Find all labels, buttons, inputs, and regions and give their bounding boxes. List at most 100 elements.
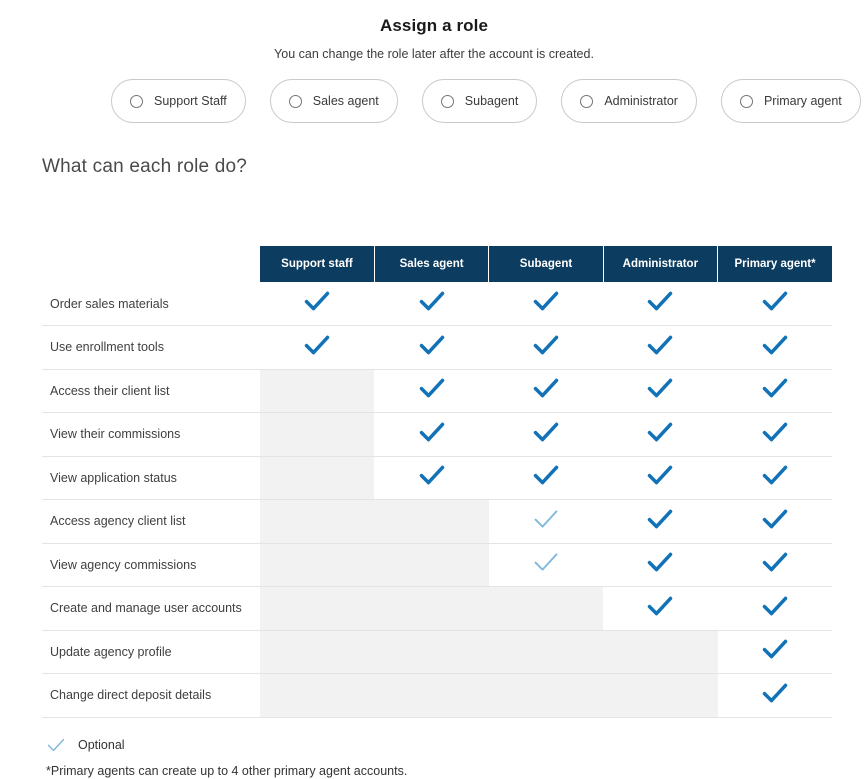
role-chip-label: Support Staff	[154, 94, 227, 108]
legend-label: Optional	[78, 738, 125, 752]
table-body: Order sales materials Use enrollment tool…	[42, 282, 832, 718]
check-optional-icon	[532, 505, 560, 533]
table-header-label-cell	[42, 246, 260, 282]
check-optional-icon	[46, 735, 66, 755]
table-permission-cell	[488, 282, 604, 326]
radio-unchecked-icon[interactable]	[580, 94, 594, 108]
check-icon	[646, 548, 674, 576]
table-column-header: Subagent	[488, 246, 604, 282]
role-permissions-table: Support staff Sales agent Subagent Administ…	[42, 246, 832, 718]
check-icon	[761, 548, 789, 576]
table-permission-cell	[603, 586, 718, 631]
table-permission-cell	[488, 673, 604, 718]
table-permission-cell	[374, 369, 489, 413]
table-permission-cell	[603, 543, 718, 587]
assign-role-page: Assign a role You can change the role la…	[0, 16, 868, 779]
check-icon	[532, 374, 560, 402]
table-permission-cell	[717, 282, 832, 326]
table-permission-cell	[488, 586, 604, 631]
role-chip-sales-agent[interactable]: Sales agent	[269, 79, 398, 123]
table-permission-cell	[488, 325, 604, 370]
table-permission-cell	[603, 325, 718, 370]
role-chip-label: Primary agent	[763, 94, 842, 108]
table-row-label: View agency commissions	[42, 543, 260, 587]
check-icon	[761, 635, 789, 663]
check-icon	[761, 505, 789, 533]
legend: Optional	[46, 735, 125, 755]
table-permission-cell	[717, 412, 832, 457]
table-permission-cell	[260, 369, 375, 413]
section-heading: What can each role do?	[42, 156, 248, 177]
table-permission-cell	[488, 369, 604, 413]
table-permission-cell	[374, 325, 489, 370]
role-chip-primary-agent[interactable]: Primary agent	[720, 79, 861, 123]
table-permission-cell	[603, 282, 718, 326]
table-permission-cell	[603, 412, 718, 457]
check-icon	[761, 418, 789, 446]
check-optional-icon	[532, 548, 560, 576]
table-row: Access agency client list	[42, 499, 832, 544]
table-permission-cell	[488, 499, 604, 544]
check-icon	[418, 418, 446, 446]
table-column-header: Administrator	[603, 246, 719, 282]
check-icon	[761, 461, 789, 489]
check-icon	[532, 418, 560, 446]
table-row-label: View their commissions	[42, 412, 260, 457]
table-permission-cell	[717, 325, 832, 370]
table-permission-cell	[260, 282, 375, 326]
table-permission-cell	[374, 456, 489, 500]
table-permission-cell	[488, 412, 604, 457]
check-icon	[761, 679, 789, 707]
table-column-header: Support staff	[260, 246, 375, 282]
check-icon	[646, 505, 674, 533]
table-permission-cell	[374, 673, 489, 718]
role-chip-support-staff[interactable]: Support Staff	[111, 79, 246, 123]
table-header: Support staff Sales agent Subagent Administ…	[42, 246, 832, 282]
radio-unchecked-icon[interactable]	[739, 94, 753, 108]
check-icon	[646, 592, 674, 620]
table-permission-cell	[717, 499, 832, 544]
table-permission-cell	[488, 630, 604, 674]
check-icon	[646, 374, 674, 402]
table-row-label: Use enrollment tools	[42, 325, 260, 370]
table-row-label: Create and manage user accounts	[42, 586, 260, 631]
check-icon	[646, 331, 674, 359]
table-permission-cell	[603, 499, 718, 544]
table-permission-cell	[717, 543, 832, 587]
radio-unchecked-icon[interactable]	[288, 94, 302, 108]
table-column-header: Primary agent*	[717, 246, 832, 282]
table-row: View agency commissions	[42, 543, 832, 587]
role-chip-administrator[interactable]: Administrator	[561, 79, 697, 123]
check-icon	[303, 331, 331, 359]
table-permission-cell	[260, 586, 375, 631]
table-row-label: Change direct deposit details	[42, 673, 260, 718]
table-permission-cell	[260, 499, 375, 544]
table-permission-cell	[717, 630, 832, 674]
check-icon	[303, 287, 331, 315]
role-chip-label: Sales agent	[312, 94, 379, 108]
table-row: Update agency profile	[42, 630, 832, 674]
table-permission-cell	[374, 412, 489, 457]
radio-unchecked-icon[interactable]	[130, 94, 143, 108]
table-permission-cell	[374, 543, 489, 587]
table-row-label: Access agency client list	[42, 499, 260, 544]
role-chip-subagent[interactable]: Subagent	[421, 79, 538, 123]
table-permission-cell	[260, 630, 375, 674]
table-permission-cell	[488, 543, 604, 587]
table-row: Create and manage user accounts	[42, 586, 832, 631]
table-permission-cell	[260, 412, 375, 457]
role-chip-label: Subagent	[464, 94, 519, 108]
radio-unchecked-icon[interactable]	[440, 94, 454, 108]
table-header-row: Support staff Sales agent Subagent Administ…	[42, 246, 832, 282]
table-permission-cell	[260, 456, 375, 500]
table-permission-cell	[260, 543, 375, 587]
check-icon	[761, 374, 789, 402]
table-permission-cell	[603, 630, 718, 674]
table-permission-cell	[260, 325, 375, 370]
check-icon	[761, 592, 789, 620]
check-icon	[532, 287, 560, 315]
table-permission-cell	[717, 586, 832, 631]
table-row: Use enrollment tools	[42, 325, 832, 370]
table-permission-cell	[488, 456, 604, 500]
role-permissions-table-wrapper: Support staff Sales agent Subagent Administ…	[42, 246, 832, 718]
